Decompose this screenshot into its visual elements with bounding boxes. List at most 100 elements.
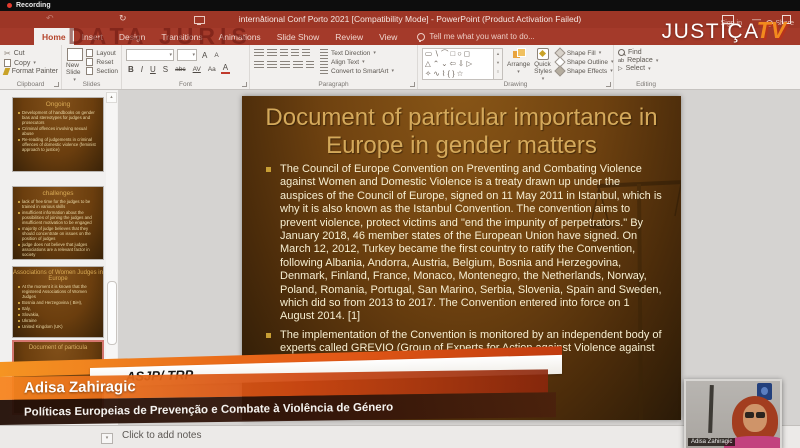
decrease-indent-icon[interactable] <box>280 49 288 57</box>
align-center-icon[interactable] <box>267 61 277 69</box>
convert-smartart-button[interactable]: Convert to SmartArt▾ <box>320 67 394 75</box>
select-button[interactable]: ▷Select▾ <box>618 65 675 72</box>
columns-icon[interactable] <box>306 61 314 69</box>
italic-button[interactable]: I <box>139 65 145 74</box>
recording-label: Recording <box>16 2 51 9</box>
shape-outline-button[interactable]: Shape Outline▾ <box>556 58 614 66</box>
new-slide-button[interactable]: New Slide▾ <box>66 48 83 83</box>
thumbnail-slide-1[interactable]: Ongoing Development of handbooks on gend… <box>12 97 104 172</box>
thumbnail-scrollbar[interactable]: ▲ <box>106 91 117 423</box>
powerpoint-window: Recording ↶ ↻ • international Conf Porto… <box>0 0 800 448</box>
justify-icon[interactable] <box>293 61 303 69</box>
paragraph-dialog-launcher[interactable] <box>410 82 415 87</box>
shrink-font-button[interactable]: A <box>212 52 220 59</box>
clipboard-group: ✂Cut Copy▾ Format Painter Clipboard <box>0 45 62 89</box>
tab-design[interactable]: Design <box>111 28 153 45</box>
text-direction-button[interactable]: Text Direction▾ <box>320 49 394 57</box>
notes-pane[interactable]: ▾ Click to add notes <box>0 425 800 448</box>
thumbnail-slide-2[interactable]: challenges lack of free time for the jud… <box>12 186 104 260</box>
font-size-combo[interactable]: ▾ <box>177 49 197 61</box>
scissors-icon: ✂ <box>4 49 11 58</box>
minimize-icon[interactable]: — <box>752 14 761 24</box>
bullet-icon <box>18 314 20 316</box>
copy-button[interactable]: Copy▾ <box>4 59 58 67</box>
underline-button[interactable]: U <box>148 65 158 74</box>
tab-home[interactable]: Home <box>34 28 74 45</box>
tab-transitions[interactable]: Transitions <box>153 28 210 45</box>
shapes-gallery-scroll[interactable]: ▲▼≡ <box>494 48 503 80</box>
section-icon <box>86 67 93 75</box>
bullet-icon <box>18 326 20 328</box>
section-button[interactable]: Section <box>86 67 118 75</box>
bullet-icon <box>18 320 20 322</box>
cut-button[interactable]: ✂Cut <box>4 49 58 58</box>
bullet-icon <box>18 112 20 114</box>
format-painter-button[interactable]: Format Painter <box>4 68 58 75</box>
scroll-up-arrow-icon[interactable]: ▲ <box>106 92 117 103</box>
clipboard-dialog-launcher[interactable] <box>54 82 59 87</box>
font-group: ▾ ▾ A A B I U S abc AV Aa A Font <box>122 45 250 89</box>
find-button[interactable]: Find <box>618 49 675 56</box>
share-button[interactable]: Share <box>766 20 794 27</box>
slideshow-icon[interactable] <box>194 16 205 24</box>
layout-button[interactable]: Layout <box>86 49 118 57</box>
tab-view[interactable]: View <box>371 28 405 45</box>
slide-canvas[interactable]: Document of particular importance in Eur… <box>242 96 681 420</box>
increase-indent-icon[interactable] <box>291 49 299 57</box>
scrollbar-thumb[interactable] <box>107 281 117 345</box>
quick-styles-button[interactable]: Quick Styles▾ <box>534 48 552 82</box>
line-spacing-icon[interactable] <box>302 49 310 57</box>
grow-font-button[interactable]: A <box>200 51 209 60</box>
font-dialog-launcher[interactable] <box>242 82 247 87</box>
strikethrough-button[interactable]: abc <box>173 66 187 73</box>
person-icon <box>766 20 773 27</box>
slide-bullet-1: The Council of Europe Convention on Prev… <box>280 163 663 324</box>
drawing-group: ▭ ∖ ⌒ □ ○ ◻ △ ⌃ ⌄ ⇦ ⇩ ▷ ✧ ∿ ⌇ { } ☆ ▲▼≡ … <box>418 45 614 89</box>
thumbnail-slide-4-selected[interactable]: Document of particula <box>12 340 104 415</box>
lightbulb-icon <box>417 33 425 41</box>
sign-in-link[interactable]: Sign in <box>721 20 742 27</box>
thumbnail-slide-3[interactable]: Associations of Women Judges in Europe A… <box>12 266 104 338</box>
bullet-icon <box>18 244 20 246</box>
bold-button[interactable]: B <box>126 65 136 74</box>
align-left-icon[interactable] <box>254 61 264 69</box>
slide-body-textbox[interactable]: The Council of Europe Convention on Prev… <box>266 163 663 369</box>
shape-effects-button[interactable]: Shape Effects▾ <box>556 67 614 75</box>
slide-title[interactable]: Document of particular importance in Eur… <box>242 104 681 159</box>
redo-icon[interactable]: ↻ <box>119 13 127 24</box>
recording-dot-icon <box>7 3 12 8</box>
editing-group: Find abReplace▾ ▷Select▾ Editing <box>614 45 678 89</box>
bullet-icon <box>18 302 20 304</box>
replace-button[interactable]: abReplace▾ <box>618 57 675 64</box>
align-right-icon[interactable] <box>280 61 290 69</box>
character-spacing-button[interactable]: AV <box>191 66 203 73</box>
undo-icon[interactable]: ↶ <box>46 13 54 24</box>
tab-review[interactable]: Review <box>327 28 371 45</box>
replace-icon: ab <box>618 58 624 64</box>
title-bar: ↶ ↻ • international Conf Porto 2021 [Com… <box>0 11 800 28</box>
notes-resize-icon[interactable]: ▾ <box>101 433 113 444</box>
reset-button[interactable]: Reset <box>86 58 118 66</box>
shape-fill-button[interactable]: Shape Fill▾ <box>556 49 614 57</box>
bullets-icon[interactable] <box>254 49 264 57</box>
tab-slide-show[interactable]: Slide Show <box>269 28 328 45</box>
paintbrush-icon <box>3 68 10 75</box>
bullet-icon <box>18 286 20 288</box>
numbering-icon[interactable] <box>267 49 277 57</box>
arrange-button[interactable]: Arrange▾ <box>507 48 530 75</box>
text-shadow-button[interactable]: S <box>161 65 170 74</box>
drawing-dialog-launcher[interactable] <box>606 82 611 87</box>
font-name-combo[interactable]: ▾ <box>126 49 174 61</box>
webcam-name-label: Adisa Zahiragic <box>688 438 735 446</box>
tell-me-box[interactable]: Tell me what you want to do... <box>405 28 534 45</box>
align-text-button[interactable]: Align Text▾ <box>320 58 394 66</box>
shapes-gallery[interactable]: ▭ ∖ ⌒ □ ○ ◻ △ ⌃ ⌄ ⇦ ⇩ ▷ ✧ ∿ ⌇ { } ☆ <box>422 48 494 80</box>
notes-placeholder[interactable]: Click to add notes <box>122 430 202 441</box>
change-case-button[interactable]: Aa <box>206 66 218 73</box>
bullet-icon <box>266 167 271 172</box>
window-title: international Conf Porto 2021 [Compatibi… <box>225 14 595 24</box>
tab-insert[interactable]: Insert <box>74 28 111 45</box>
tab-animations[interactable]: Animations <box>211 28 269 45</box>
bullet-icon <box>18 308 20 310</box>
font-color-button[interactable]: A <box>221 64 230 74</box>
